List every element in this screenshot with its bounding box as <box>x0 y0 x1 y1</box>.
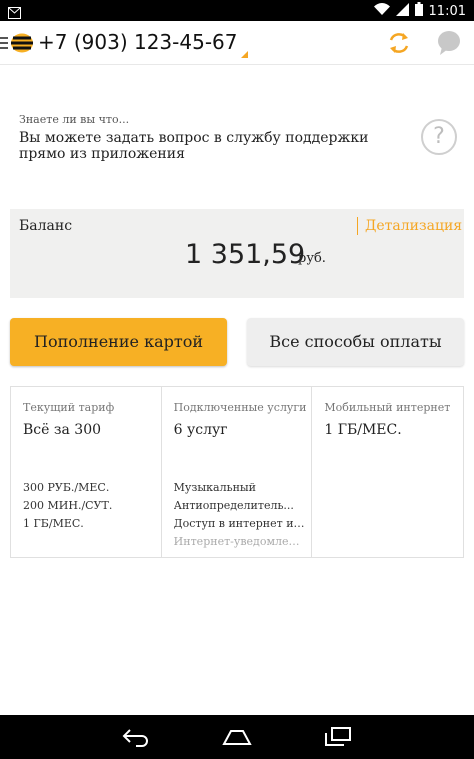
details-link[interactable]: Детализация <box>365 218 462 234</box>
app-bar: +7 (903) 123-45-67 <box>0 21 474 65</box>
info-cards: Текущий тариф Всё за 300 300 РУБ./МЕС. 2… <box>10 386 464 558</box>
support-tip[interactable]: Знаете ли вы что... Вы можете задать воп… <box>0 108 474 168</box>
status-bar: 11:01 <box>0 0 474 21</box>
phone-number-selector[interactable]: +7 (903) 123-45-67 <box>38 30 237 54</box>
list-item: 1 ГБ/МЕС. <box>23 517 84 530</box>
card-value: 6 услуг <box>173 422 228 438</box>
system-nav-bar <box>0 715 474 759</box>
card-value: 1 ГБ/МЕС. <box>324 422 402 438</box>
all-payment-methods-button[interactable]: Все способы оплаты <box>247 318 464 366</box>
menu-icon[interactable] <box>0 35 8 54</box>
dropdown-triangle-icon[interactable] <box>241 51 248 58</box>
list-item: Музыкальный <box>173 481 256 494</box>
wifi-icon <box>373 2 390 20</box>
balance-label: Баланс <box>19 218 73 234</box>
refresh-icon[interactable] <box>386 30 412 60</box>
balance-amount: 1 351,59 <box>185 239 306 270</box>
chat-icon[interactable] <box>437 30 461 60</box>
card-label: Текущий тариф <box>23 401 115 414</box>
balance-panel: Баланс Детализация 1 351,59 руб. <box>10 209 464 298</box>
balance-divider <box>357 217 358 235</box>
top-up-card-button[interactable]: Пополнение картой <box>10 318 227 366</box>
question-icon[interactable]: ? <box>421 119 457 155</box>
card-list: Музыкальный Антиопределитель... Доступ в… <box>174 479 306 551</box>
tariff-card[interactable]: Текущий тариф Всё за 300 300 РУБ./МЕС. 2… <box>11 387 162 557</box>
mobile-internet-card[interactable]: Мобильный интернет 1 ГБ/МЕС. <box>312 387 463 557</box>
list-item: 200 МИН./СУТ. <box>23 499 113 512</box>
list-item: Доступ в интернет и ... <box>173 517 306 530</box>
card-label: Подключенные услуги <box>173 401 307 414</box>
recents-icon[interactable] <box>324 727 352 751</box>
tip-title: Знаете ли вы что... <box>19 113 130 126</box>
services-card[interactable]: Подключенные услуги 6 услуг Музыкальный … <box>162 387 313 557</box>
card-label: Мобильный интернет <box>324 401 451 414</box>
list-item: 300 РУБ./МЕС. <box>23 481 110 494</box>
card-value: Всё за 300 <box>23 422 102 438</box>
home-icon[interactable] <box>222 727 252 751</box>
status-time: 11:01 <box>428 3 466 19</box>
battery-icon <box>414 2 423 20</box>
list-item: Антиопределитель... <box>173 499 294 512</box>
back-icon[interactable] <box>122 727 150 751</box>
list-item: Интернет-уведомлен... <box>173 535 306 548</box>
signal-icon <box>395 2 409 20</box>
card-list: 300 РУБ./МЕС. 200 МИН./СУТ. 1 ГБ/МЕС. <box>23 479 155 533</box>
beeline-logo-icon[interactable] <box>10 33 34 57</box>
tip-text: Вы можете задать вопрос в службу поддерж… <box>19 130 369 162</box>
balance-currency: руб. <box>298 251 326 266</box>
